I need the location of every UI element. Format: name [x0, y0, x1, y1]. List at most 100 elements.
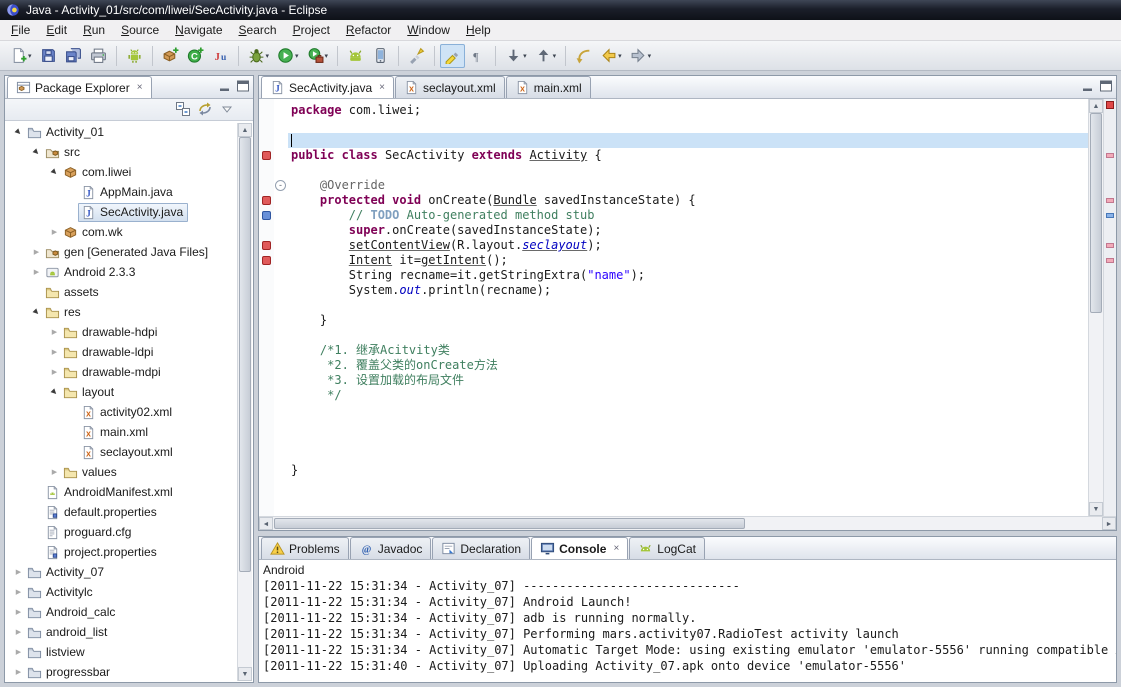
tree-item-activity-07[interactable]: ▶Activity_07: [5, 562, 237, 582]
scroll-right-icon[interactable]: ►: [1102, 517, 1116, 530]
menu-project[interactable]: Project: [285, 21, 338, 39]
editor-vertical-scrollbar[interactable]: ▲ ▼: [1088, 99, 1103, 516]
tree-item-com-liwei[interactable]: ▶com.liwei: [5, 162, 237, 182]
tree-item-default-properties[interactable]: default.properties: [5, 502, 237, 522]
tree-item-listview[interactable]: ▶listview: [5, 642, 237, 662]
error-marker-icon[interactable]: [262, 196, 271, 205]
collapse-fold-icon[interactable]: -: [275, 180, 286, 191]
expand-arrow-icon[interactable]: ▶: [13, 668, 24, 676]
dropdown-arrow-icon[interactable]: ▾: [523, 52, 527, 60]
menu-help[interactable]: Help: [458, 21, 499, 39]
maximize-view-button[interactable]: [235, 78, 251, 94]
scroll-down-icon[interactable]: ▼: [238, 667, 252, 681]
dropdown-arrow-icon[interactable]: ▾: [553, 52, 557, 60]
new-junit-test-button[interactable]: Ju: [208, 44, 233, 68]
console-tab-logcat[interactable]: LogCat: [629, 537, 705, 559]
editor-tab-seclayout-xml[interactable]: xseclayout.xml: [395, 76, 505, 98]
tree-item-androidmanifest-xml[interactable]: AndroidManifest.xml: [5, 482, 237, 502]
forward-button[interactable]: ▾: [626, 44, 656, 68]
tree-item-activity-01[interactable]: ▶Activity_01: [5, 122, 237, 142]
menu-navigate[interactable]: Navigate: [167, 21, 230, 39]
collapse-all-button[interactable]: [175, 101, 191, 117]
tree-item-appmain-java[interactable]: JAppMain.java: [5, 182, 237, 202]
editor-tab-secactivity-java[interactable]: JSecActivity.java×: [261, 76, 394, 98]
console-tab-javadoc[interactable]: @Javadoc: [350, 537, 432, 559]
expand-arrow-icon[interactable]: ▶: [13, 628, 24, 636]
show-whitespace-button[interactable]: ¶: [465, 44, 490, 68]
minimize-editor-button[interactable]: [1080, 78, 1096, 94]
tree-item-activitylc[interactable]: ▶Activitylc: [5, 582, 237, 602]
error-marker-icon[interactable]: [262, 256, 271, 265]
console-tab-declaration[interactable]: Declaration: [432, 537, 530, 559]
close-tab-icon[interactable]: ×: [379, 83, 385, 93]
expand-arrow-icon[interactable]: ▶: [13, 648, 24, 656]
tree-item-src[interactable]: ▶src: [5, 142, 237, 162]
tree-item-res[interactable]: ▶res: [5, 302, 237, 322]
toggle-mark-occurrences-button[interactable]: [440, 44, 465, 68]
save-button[interactable]: [36, 44, 61, 68]
expand-arrow-icon[interactable]: ▶: [13, 588, 24, 596]
dropdown-arrow-icon[interactable]: ▾: [325, 52, 329, 60]
tree-item-layout[interactable]: ▶layout: [5, 382, 237, 402]
expand-arrow-icon[interactable]: ▶: [13, 568, 24, 576]
scroll-up-icon[interactable]: ▲: [238, 123, 252, 137]
expand-arrow-icon[interactable]: ▶: [13, 608, 24, 616]
tree-item-gen-generated-java-files[interactable]: ▶gen [Generated Java Files]: [5, 242, 237, 262]
last-edit-location-button[interactable]: [571, 44, 596, 68]
tree-item-activity02-xml[interactable]: xactivity02.xml: [5, 402, 237, 422]
tree-item-drawable-hdpi[interactable]: ▶drawable-hdpi: [5, 322, 237, 342]
console-tab-console[interactable]: Console×: [531, 537, 628, 559]
close-tab-icon[interactable]: ×: [613, 544, 619, 554]
avd-manager-button[interactable]: [368, 44, 393, 68]
debug-button[interactable]: ▾: [244, 44, 274, 68]
external-tools-button[interactable]: ▾: [303, 44, 333, 68]
tree-item-android-list[interactable]: ▶android_list: [5, 622, 237, 642]
new-java-class-button[interactable]: C: [183, 44, 208, 68]
dropdown-arrow-icon[interactable]: ▾: [648, 52, 652, 60]
tree-item-main-xml[interactable]: xmain.xml: [5, 422, 237, 442]
menu-file[interactable]: File: [3, 21, 38, 39]
package-explorer-scrollbar[interactable]: ▲ ▼: [237, 123, 252, 681]
tree-item-assets[interactable]: assets: [5, 282, 237, 302]
expand-arrow-icon[interactable]: ▶: [49, 348, 60, 356]
editor-tab-main-xml[interactable]: xmain.xml: [506, 76, 591, 98]
error-indicator-icon[interactable]: [1106, 101, 1114, 109]
package-explorer-tab[interactable]: Package Explorer ×: [7, 76, 152, 98]
android-sdk-manager-button[interactable]: [343, 44, 368, 68]
menu-window[interactable]: Window: [399, 21, 458, 39]
print-button[interactable]: [86, 44, 111, 68]
minimize-view-button[interactable]: [217, 78, 233, 94]
overview-ruler[interactable]: [1103, 99, 1116, 516]
scroll-down-icon[interactable]: ▼: [1089, 502, 1103, 516]
link-with-editor-button[interactable]: [197, 101, 213, 117]
task-overview-marker[interactable]: [1106, 213, 1114, 218]
tree-item-proguard-cfg[interactable]: proguard.cfg: [5, 522, 237, 542]
back-button[interactable]: ▾: [596, 44, 626, 68]
view-menu-button[interactable]: [219, 101, 235, 117]
menu-refactor[interactable]: Refactor: [338, 21, 399, 39]
error-marker-icon[interactable]: [262, 241, 271, 250]
console-body[interactable]: Android [2011-11-22 15:31:34 - Activity_…: [259, 560, 1116, 682]
menu-edit[interactable]: Edit: [38, 21, 75, 39]
new-wizard-button[interactable]: ▾: [6, 44, 36, 68]
dropdown-arrow-icon[interactable]: ▾: [28, 52, 32, 60]
tree-item-project-properties[interactable]: project.properties: [5, 542, 237, 562]
dropdown-arrow-icon[interactable]: ▾: [266, 52, 270, 60]
tree-item-seclayout-xml[interactable]: xseclayout.xml: [5, 442, 237, 462]
scroll-left-icon[interactable]: ◄: [259, 517, 273, 530]
code-area[interactable]: package com.liwei;public class SecActivi…: [288, 99, 1088, 516]
tree-item-android-2-3-3[interactable]: ▶Android 2.3.3: [5, 262, 237, 282]
error-overview-marker[interactable]: [1106, 243, 1114, 248]
close-view-icon[interactable]: ×: [137, 83, 143, 93]
tree-item-drawable-ldpi[interactable]: ▶drawable-ldpi: [5, 342, 237, 362]
previous-annotation-button[interactable]: ▾: [531, 44, 561, 68]
tree-item-drawable-mdpi[interactable]: ▶drawable-mdpi: [5, 362, 237, 382]
editor-horizontal-scrollbar[interactable]: ◄ ►: [259, 516, 1116, 530]
scrollbar-thumb[interactable]: [239, 137, 251, 572]
tree-item-com-wk[interactable]: ▶com.wk: [5, 222, 237, 242]
console-tab-problems[interactable]: Problems: [261, 537, 349, 559]
tree-item-secactivity-java[interactable]: JSecActivity.java: [5, 202, 237, 222]
expand-arrow-icon[interactable]: ▶: [49, 368, 60, 376]
task-marker-icon[interactable]: [262, 211, 271, 220]
tree-item-progressbar[interactable]: ▶progressbar: [5, 662, 237, 682]
